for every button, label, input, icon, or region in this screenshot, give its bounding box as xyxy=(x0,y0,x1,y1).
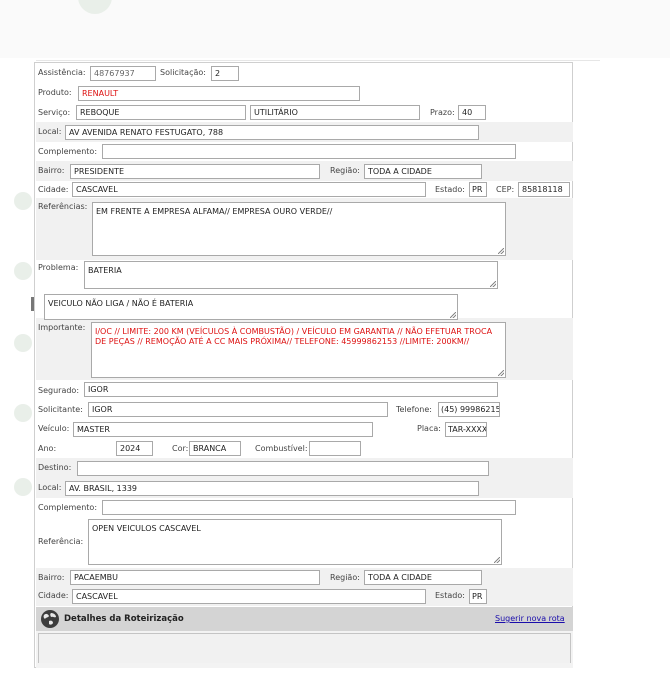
prazo-field[interactable]: 40 xyxy=(458,105,486,120)
importante-textarea[interactable]: I/OC // LIMITE: 200 KM (VEÍCULOS À COMBU… xyxy=(91,322,506,378)
combustivel-field[interactable] xyxy=(309,441,361,456)
destino-cidade-label: Cidade: xyxy=(38,591,69,600)
destino-bairro-field[interactable]: PACAEMBU xyxy=(70,570,320,585)
destino-local-field[interactable]: AV. BRASIL, 1339 xyxy=(65,481,479,496)
destino-cidade-field[interactable]: CASCAVEL xyxy=(72,589,426,604)
destino-referencia-label: Referência: xyxy=(38,537,84,546)
destino-label: Destino: xyxy=(38,463,72,472)
segurado-field[interactable]: IGOR xyxy=(84,382,498,397)
destino-bairro-label: Bairro: xyxy=(38,573,65,582)
complemento-label: Complemento: xyxy=(38,147,98,156)
destino-regiao-label: Região: xyxy=(330,573,360,582)
cidade-label: Cidade: xyxy=(38,185,69,194)
assistencia-label: Assistência: xyxy=(38,68,86,77)
prazo-label: Prazo: xyxy=(430,108,455,117)
problema-label: Problema: xyxy=(38,263,79,272)
background-indicator xyxy=(14,262,32,280)
problema-textarea[interactable]: BATERIA xyxy=(84,261,498,289)
bairro-label: Bairro: xyxy=(38,166,65,175)
panel-scroll-marker xyxy=(31,297,34,311)
problema-detalhe-textarea[interactable]: VEICULO NÃO LIGA / NÃO É BATERIA xyxy=(44,294,458,320)
veiculo-field[interactable]: MASTER xyxy=(73,422,373,437)
placa-field[interactable]: TAR-XXXX xyxy=(445,422,487,437)
destino-complemento-field[interactable] xyxy=(102,500,516,515)
destino-complemento-label: Complemento: xyxy=(38,503,98,512)
referencias-label: Referências: xyxy=(38,202,88,211)
local-label: Local: xyxy=(38,127,62,136)
complemento-field[interactable] xyxy=(102,144,516,159)
background-indicator xyxy=(14,404,32,422)
telefone-label: Telefone: xyxy=(396,405,432,414)
estado-label: Estado: xyxy=(435,185,465,194)
servico-label: Serviço: xyxy=(38,108,71,117)
ano-field[interactable]: 2024 xyxy=(116,441,153,456)
background-divider xyxy=(36,60,600,61)
placa-label: Placa: xyxy=(417,424,441,433)
segurado-label: Segurado: xyxy=(38,386,80,395)
telefone-field[interactable]: (45) 999862153 xyxy=(438,402,500,417)
cor-field[interactable]: BRANCA xyxy=(189,441,241,456)
roteirizacao-title: Detalhes da Roteirização xyxy=(64,614,184,624)
background-indicator xyxy=(14,334,32,352)
sugerir-nova-rota-link[interactable]: Sugerir nova rota xyxy=(495,614,565,623)
estado-field[interactable]: PR xyxy=(469,182,487,197)
referencias-textarea[interactable]: EM FRENTE A EMPRESA ALFAMA// EMPRESA OUR… xyxy=(92,202,506,256)
solicitacao-label: Solicitação: xyxy=(160,68,206,77)
destino-field[interactable] xyxy=(77,461,489,476)
importante-label: Importante: xyxy=(38,323,86,332)
produto-field[interactable]: RENAULT xyxy=(78,86,360,101)
servico-tipo-field[interactable]: UTILITÁRIO xyxy=(250,105,420,120)
globe-icon xyxy=(40,609,60,629)
background-indicator xyxy=(14,192,32,210)
destino-regiao-field[interactable]: TODA A CIDADE xyxy=(364,570,482,585)
destino-referencia-textarea[interactable]: OPEN VEICULOS CASCAVEL xyxy=(88,519,502,565)
assistencia-field[interactable]: 48767937 xyxy=(90,66,156,81)
background-indicator xyxy=(14,478,32,496)
ano-label: Ano: xyxy=(38,444,57,453)
solicitacao-field[interactable]: 2 xyxy=(211,66,239,81)
cep-label: CEP: xyxy=(496,185,515,194)
produto-label: Produto: xyxy=(38,88,72,97)
regiao-label: Região: xyxy=(330,166,360,175)
cor-label: Cor: xyxy=(172,444,189,453)
bairro-field[interactable]: PRESIDENTE xyxy=(70,164,320,179)
cep-field[interactable]: 85818118 xyxy=(518,182,570,197)
regiao-field[interactable]: TODA A CIDADE xyxy=(364,164,482,179)
veiculo-label: Veículo: xyxy=(38,424,70,433)
solicitante-label: Solicitante: xyxy=(38,405,83,414)
local-field[interactable]: AV AVENIDA RENATO FESTUGATO, 788 xyxy=(65,125,479,140)
roteirizacao-content-box xyxy=(38,633,571,663)
combustivel-label: Combustível: xyxy=(255,444,308,453)
servico-field[interactable]: REBOQUE xyxy=(76,105,246,120)
solicitante-field[interactable]: IGOR xyxy=(88,402,388,417)
destino-estado-label: Estado: xyxy=(435,591,465,600)
cidade-field[interactable]: CASCAVEL xyxy=(72,182,426,197)
destino-local-label: Local: xyxy=(38,483,62,492)
destino-estado-field[interactable]: PR xyxy=(469,589,487,604)
